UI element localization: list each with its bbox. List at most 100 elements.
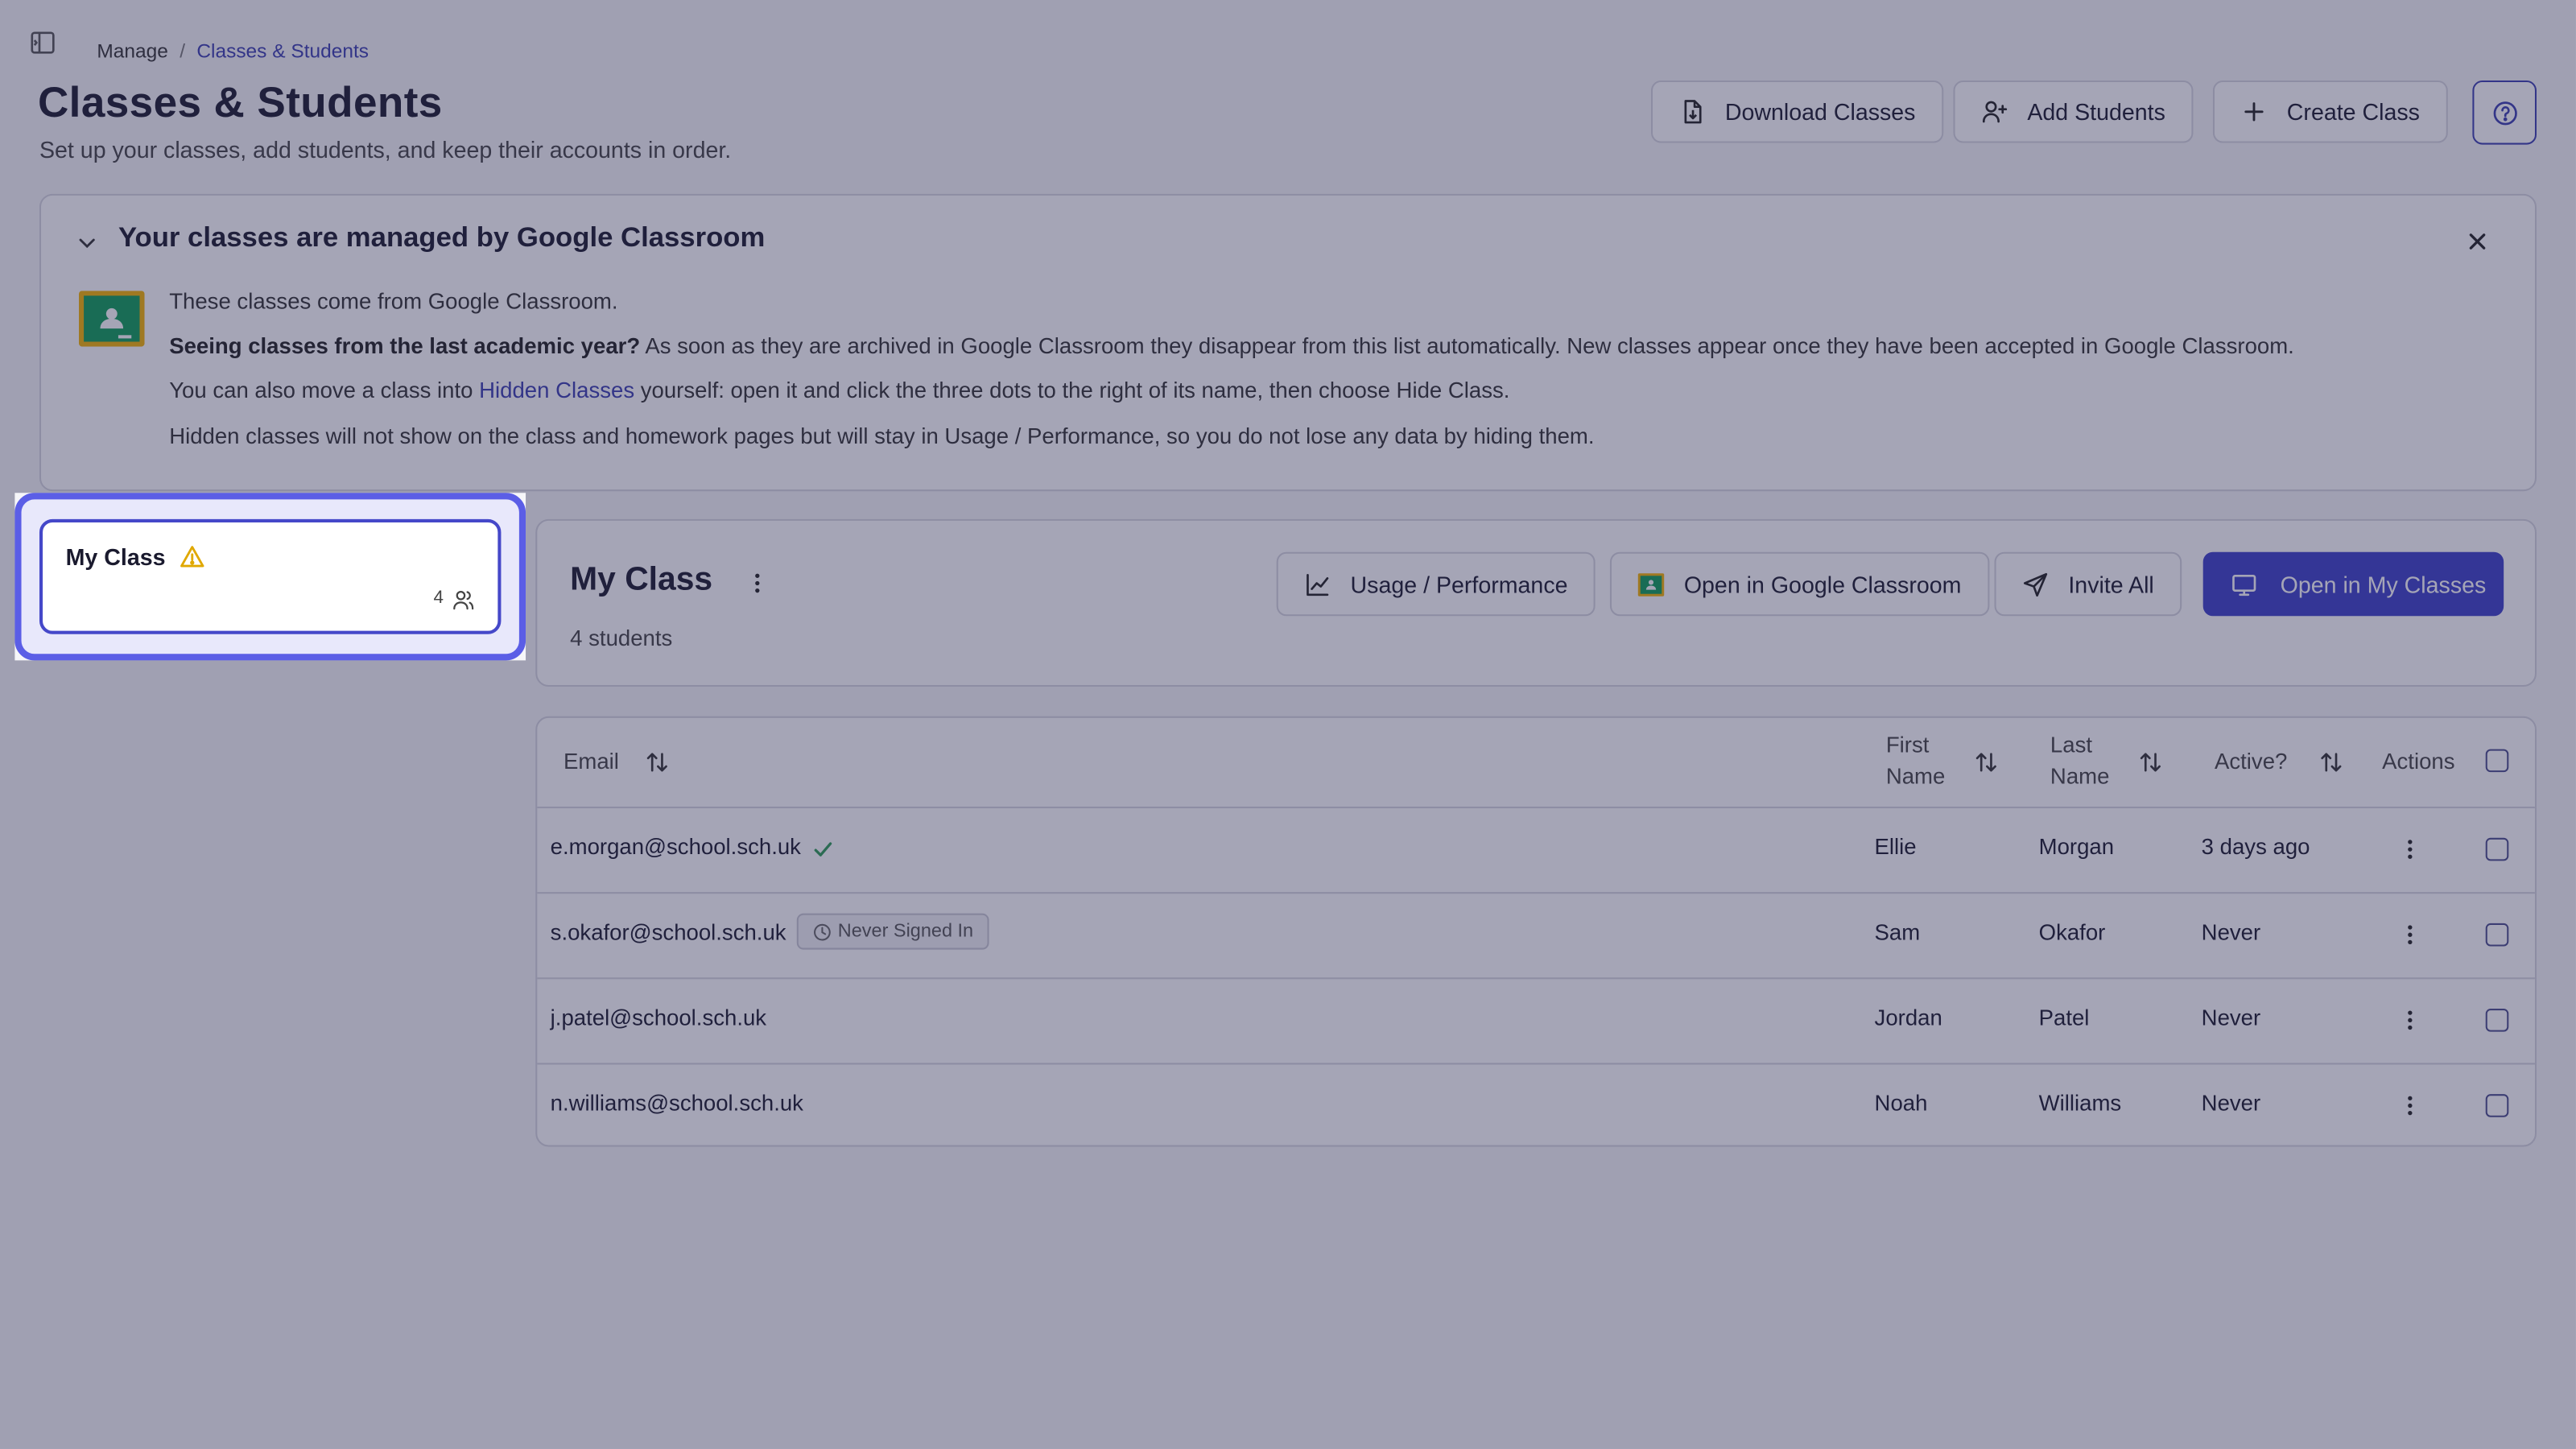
table-header: Email First Name Last Name Active? Actio…: [537, 718, 2535, 809]
row-kebab-icon[interactable]: [2397, 836, 2424, 863]
banner-line-3-pre: You can also move a class into: [169, 378, 480, 402]
row-first-name: Noah: [1874, 1091, 1928, 1116]
breadcrumb: Manage / Classes & Students: [97, 39, 369, 63]
banner-line-2: Seeing classes from the last academic ye…: [169, 333, 2294, 358]
file-download-icon: [1679, 98, 1706, 125]
column-header-actions: Actions: [2382, 749, 2455, 774]
column-header-email[interactable]: Email: [564, 746, 619, 778]
class-card-student-count: 4: [433, 588, 444, 609]
row-active: Never: [2201, 1005, 2261, 1030]
add-students-button[interactable]: Add Students: [1953, 80, 2194, 143]
add-students-label: Add Students: [2027, 98, 2165, 126]
user-plus-icon: [1981, 98, 2008, 125]
last-name-header-line2: Name: [2050, 763, 2110, 789]
row-kebab-icon[interactable]: [2397, 1007, 2424, 1034]
banner-line-3-post: yourself: open it and click the three do…: [634, 378, 1510, 402]
never-signed-in-badge: Never Signed In: [796, 913, 990, 950]
breadcrumb-current[interactable]: Classes & Students: [196, 39, 369, 63]
row-checkbox[interactable]: [2485, 1094, 2509, 1117]
open-in-my-classes-label: Open in My Classes: [2280, 571, 2487, 597]
download-classes-label: Download Classes: [1724, 98, 1916, 126]
usage-performance-button[interactable]: Usage / Performance: [1276, 551, 1596, 617]
hidden-classes-link[interactable]: Hidden Classes: [479, 378, 634, 402]
row-last-name: Morgan: [2038, 834, 2115, 860]
row-active: Never: [2201, 919, 2261, 945]
class-card-name: My Class: [65, 543, 166, 571]
chart-line-icon: [1304, 571, 1331, 597]
first-name-header-line1: First: [1885, 733, 1930, 758]
column-header-active[interactable]: Active?: [2215, 746, 2287, 778]
banner-line-3: You can also move a class into Hidden Cl…: [169, 378, 1509, 402]
row-first-name: Ellie: [1874, 834, 1917, 860]
plus-icon: [2241, 98, 2268, 125]
class-kebab-icon[interactable]: [744, 570, 770, 597]
row-checkbox[interactable]: [2485, 837, 2509, 861]
users-icon: [452, 588, 475, 612]
usage-performance-label: Usage / Performance: [1350, 571, 1568, 597]
class-title: My Class: [570, 561, 713, 598]
google-classroom-icon: [78, 291, 145, 347]
banner-line-2-bold: Seeing classes from the last academic ye…: [169, 333, 641, 358]
page-title: Classes & Students: [37, 76, 443, 127]
invite-all-button[interactable]: Invite All: [1994, 551, 2182, 617]
help-icon: [2491, 99, 2518, 126]
sort-icon[interactable]: [2318, 749, 2345, 776]
row-checkbox[interactable]: [2485, 1009, 2509, 1032]
row-last-name: Okafor: [2038, 919, 2106, 945]
row-kebab-icon[interactable]: [2397, 1092, 2424, 1119]
invite-all-label: Invite All: [2068, 571, 2154, 597]
breadcrumb-manage[interactable]: Manage: [97, 39, 168, 63]
google-classroom-small-icon: [1637, 571, 1665, 597]
open-in-my-classes-button[interactable]: Open in My Classes: [2202, 551, 2504, 617]
banner-title: Your classes are managed by Google Class…: [118, 221, 766, 254]
sort-icon[interactable]: [2137, 749, 2164, 776]
warning-icon: [179, 544, 205, 571]
row-active: Never: [2201, 1091, 2261, 1116]
class-card[interactable]: My Class 4: [39, 518, 502, 634]
banner-line-1: These classes come from Google Classroom…: [169, 289, 618, 314]
row-kebab-icon[interactable]: [2397, 922, 2424, 948]
column-header-first-name[interactable]: First Name: [1886, 729, 1946, 792]
badge-label: Never Signed In: [837, 921, 974, 942]
row-checkbox[interactable]: [2485, 923, 2509, 947]
create-class-label: Create Class: [2286, 98, 2420, 126]
select-all-checkbox[interactable]: [2485, 749, 2509, 773]
table-row[interactable]: n.williams@school.sch.uk Noah Williams N…: [537, 1063, 2535, 1145]
students-table: Email First Name Last Name Active? Actio…: [535, 716, 2537, 1147]
app-page: Manage / Classes & Students Classes & St…: [0, 0, 2576, 1449]
column-header-last-name[interactable]: Last Name: [2050, 729, 2110, 792]
clock-icon: [813, 923, 831, 940]
banner-line-4: Hidden classes will not show on the clas…: [169, 423, 1595, 449]
sort-icon[interactable]: [644, 749, 671, 776]
open-google-classroom-label: Open in Google Classroom: [1683, 571, 1962, 597]
row-email: e.morgan@school.sch.uk: [550, 834, 801, 860]
breadcrumb-separator: /: [180, 39, 186, 63]
sort-icon[interactable]: [1973, 749, 2000, 776]
row-last-name: Williams: [2038, 1091, 2122, 1116]
help-button[interactable]: [2472, 80, 2537, 145]
row-first-name: Jordan: [1874, 1005, 1942, 1030]
table-row[interactable]: s.okafor@school.sch.uk Never Signed In S…: [537, 892, 2535, 980]
table-row[interactable]: e.morgan@school.sch.uk Ellie Morgan 3 da…: [537, 807, 2535, 894]
row-email: j.patel@school.sch.uk: [550, 1005, 767, 1030]
row-email: s.okafor@school.sch.uk: [550, 919, 786, 945]
google-classroom-banner: Your classes are managed by Google Class…: [39, 193, 2537, 492]
last-name-header-line1: Last: [2050, 733, 2093, 758]
check-icon: [811, 838, 835, 861]
row-first-name: Sam: [1874, 919, 1921, 945]
row-active: 3 days ago: [2201, 834, 2310, 860]
first-name-header-line2: Name: [1885, 763, 1946, 789]
download-classes-button[interactable]: Download Classes: [1651, 80, 1944, 143]
sidebar-toggle-icon[interactable]: [30, 30, 56, 56]
close-icon[interactable]: [2466, 230, 2489, 254]
send-icon: [2022, 571, 2049, 597]
banner-line-2-rest: As soon as they are archived in Google C…: [640, 333, 2294, 358]
create-class-button[interactable]: Create Class: [2212, 80, 2448, 143]
row-last-name: Patel: [2038, 1005, 2090, 1030]
monitor-icon: [2231, 571, 2257, 597]
open-google-classroom-button[interactable]: Open in Google Classroom: [1609, 551, 1990, 617]
row-email: n.williams@school.sch.uk: [550, 1091, 803, 1116]
table-row[interactable]: j.patel@school.sch.uk Jordan Patel Never: [537, 977, 2535, 1065]
chevron-down-icon[interactable]: [76, 232, 99, 255]
class-student-count: 4 students: [570, 625, 673, 651]
